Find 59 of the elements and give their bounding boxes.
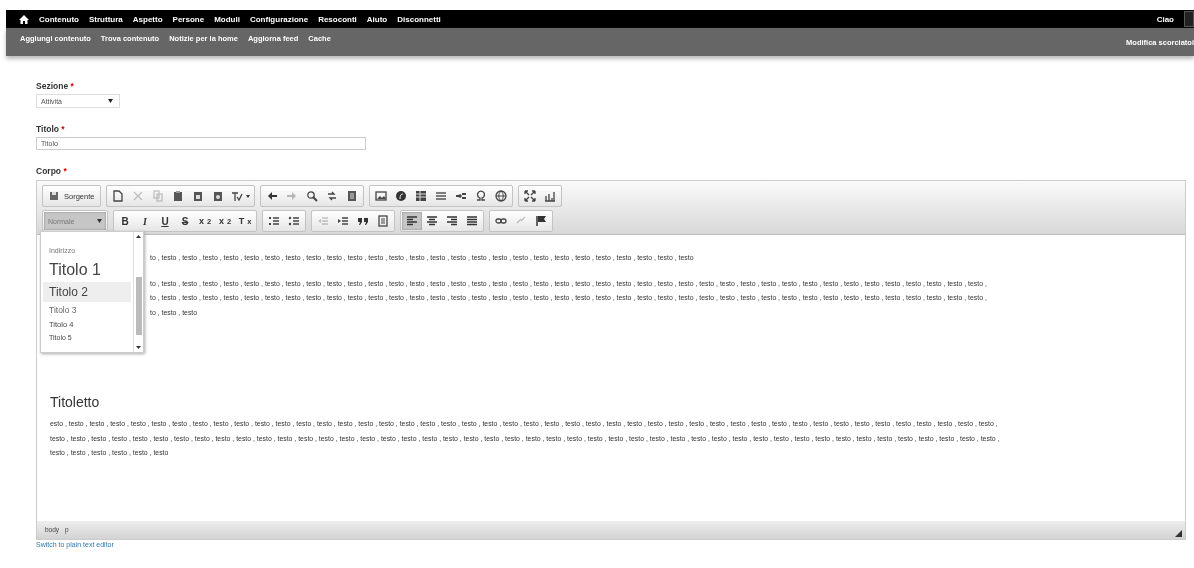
maximize-icon <box>524 190 537 202</box>
caret-icon <box>97 219 102 223</box>
field-label: Sezione * <box>36 81 75 91</box>
link-icon <box>495 215 507 227</box>
indent-icon <box>337 215 349 227</box>
scrollbar[interactable] <box>133 232 143 352</box>
page-icon <box>112 190 125 202</box>
italic-button[interactable]: I <box>135 212 155 230</box>
strike-button[interactable]: S <box>175 212 195 230</box>
blocks-icon <box>544 190 557 202</box>
bullet-list-icon <box>288 215 300 227</box>
search-icon <box>306 190 319 202</box>
toolbar-button[interactable] <box>402 212 422 230</box>
caret-icon <box>108 99 113 103</box>
menu-link[interactable]: Resoconti <box>318 14 357 24</box>
menu-link[interactable]: Moduli <box>214 14 240 24</box>
format-option[interactable]: Titolo 3 <box>43 302 131 318</box>
menu-link[interactable]: Configurazione <box>249 14 309 24</box>
table-icon <box>415 190 428 202</box>
redo-icon <box>286 190 299 202</box>
scrollbar-thumb[interactable] <box>135 277 142 335</box>
copy-icon <box>152 190 165 202</box>
undo-icon <box>266 190 279 202</box>
menu-link[interactable]: Persone <box>172 14 205 24</box>
omega-icon <box>475 190 488 202</box>
menu-link[interactable]: Aspetto <box>132 14 163 24</box>
format-option[interactable]: Titolo 1 <box>43 258 131 282</box>
menu-link[interactable]: Disconnetti <box>397 14 441 24</box>
menu-link[interactable]: Struttura <box>89 14 123 24</box>
home-icon <box>19 14 29 24</box>
heading: Titoletto <box>50 393 101 411</box>
menu-link[interactable]: Aiuto <box>366 14 388 24</box>
align-left-icon <box>406 215 418 227</box>
spellcheck-icon <box>231 190 244 202</box>
image-icon <box>375 190 388 202</box>
caret-icon <box>246 194 251 198</box>
toggle-button[interactable] <box>1184 11 1194 27</box>
menu-link[interactable]: Contenuto <box>39 14 79 24</box>
cross-icon <box>132 190 145 202</box>
numbered-list-icon <box>268 215 280 227</box>
field-label: Titolo * <box>36 124 66 134</box>
align-center-icon <box>426 215 438 227</box>
bold-button[interactable]: B <box>115 212 135 230</box>
format-option[interactable]: Titolo 2 <box>43 282 131 302</box>
replace-icon <box>326 190 339 202</box>
disc-icon <box>395 190 408 202</box>
user-greeting[interactable]: Ciao <box>1156 14 1174 24</box>
scroll-down-icon <box>136 346 141 349</box>
lines-icon <box>435 190 448 202</box>
flag-icon <box>535 215 547 227</box>
document-icon <box>346 190 359 202</box>
globe-icon <box>495 190 508 202</box>
field-label: Corpo * <box>36 166 68 176</box>
resize-grip-icon <box>1175 530 1182 537</box>
align-right-icon <box>446 215 458 227</box>
justify-icon <box>466 215 478 227</box>
quote-icon <box>357 215 369 227</box>
outdent-icon <box>317 215 329 227</box>
underline-button[interactable]: U <box>155 212 175 230</box>
